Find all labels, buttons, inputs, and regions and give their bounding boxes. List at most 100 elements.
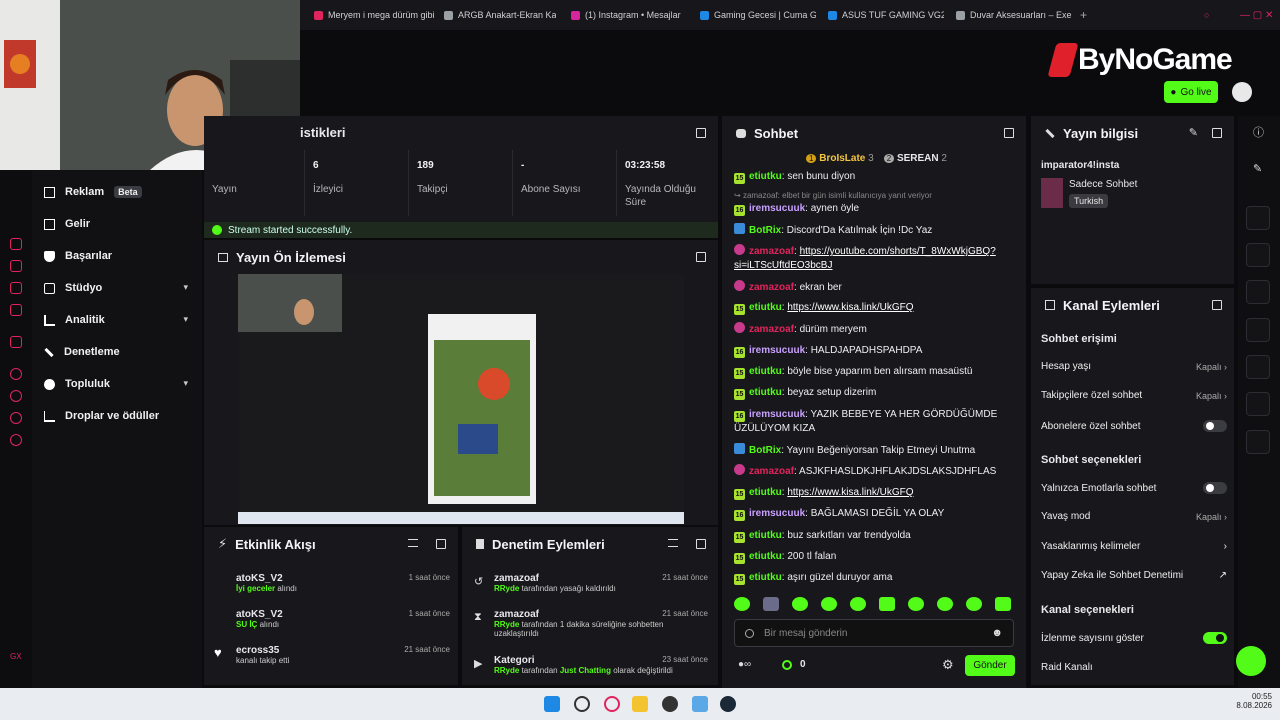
file-explorer-icon[interactable]: [632, 696, 648, 712]
edit-icon[interactable]: ✎: [1189, 126, 1198, 139]
setting-banned-words[interactable]: Yasaklanmış kelimeler ›: [1041, 541, 1227, 552]
emote-icon[interactable]: [908, 597, 924, 611]
windows-start-icon[interactable]: [544, 696, 560, 712]
emote-icon[interactable]: [792, 597, 808, 611]
popout-icon[interactable]: [696, 539, 706, 549]
setting-ai-moderation[interactable]: Yapay Zeka ile Sohbet Denetimi ↗: [1041, 570, 1227, 581]
send-button[interactable]: Gönder: [965, 655, 1015, 676]
app-icon[interactable]: [692, 696, 708, 712]
rail-button[interactable]: [1246, 392, 1270, 416]
toggle-switch[interactable]: [1203, 482, 1227, 494]
sidebar-app-icon[interactable]: [10, 260, 22, 272]
nav-item-topluluk[interactable]: Topluluk ▾: [44, 378, 194, 390]
system-clock[interactable]: 00:55 8.08.2026: [1214, 692, 1272, 710]
browser-tab[interactable]: Duvar Aksesuarları – Exem: [956, 8, 1072, 22]
category-name[interactable]: Sadece Sohbet: [1069, 179, 1137, 190]
setting-emote-only[interactable]: Yalnızca Emotlarla sohbet: [1041, 482, 1227, 494]
avatar[interactable]: [1232, 82, 1252, 102]
browser-tab[interactable]: Gaming Gecesi | Cuma Ge: [700, 8, 816, 22]
popout-icon[interactable]: [1212, 128, 1222, 138]
stream-preview-video[interactable]: [238, 274, 684, 524]
toggle-switch[interactable]: [1203, 420, 1227, 432]
emote-icon[interactable]: [821, 597, 837, 611]
nav-item-studyo[interactable]: Stüdyo ▾: [44, 282, 194, 294]
setting-slow-mode[interactable]: Yavaş mod Kapalı ›: [1041, 511, 1227, 522]
new-tab-button[interactable]: +: [1080, 8, 1087, 22]
emote-icon[interactable]: [763, 597, 779, 611]
setting-raid-channel[interactable]: Raid Kanalı: [1041, 662, 1227, 673]
nav-item-analitik[interactable]: Analitik ▾: [44, 314, 194, 326]
popout-icon[interactable]: [696, 252, 706, 262]
rail-button[interactable]: [1246, 206, 1270, 230]
sidebar-app-icon[interactable]: [10, 390, 22, 402]
emote-icon[interactable]: [850, 597, 866, 611]
edit-icon[interactable]: ✎: [1253, 162, 1262, 175]
rail-button[interactable]: [1246, 318, 1270, 342]
stat-subscribers: - Abone Sayısı: [512, 150, 616, 216]
browser-tab[interactable]: ASUS TUF GAMING VG24: [828, 8, 944, 22]
toggle-switch[interactable]: [1203, 632, 1227, 644]
popout-icon[interactable]: [436, 539, 446, 549]
sub-badge-icon: 15: [734, 173, 745, 184]
stream-title: imparator4!insta: [1041, 160, 1120, 171]
emoji-icon[interactable]: ☻: [991, 627, 1003, 639]
go-live-button[interactable]: ● Go live: [1164, 81, 1218, 103]
search-icon[interactable]: [574, 696, 590, 712]
chat-link[interactable]: https://www.kisa.link/UkGFQ: [787, 487, 913, 498]
points-icon[interactable]: ●∞: [738, 659, 751, 670]
window-controls[interactable]: — ▢ ✕: [1240, 8, 1273, 22]
rail-button[interactable]: [1246, 280, 1270, 304]
check-circle-icon: [212, 225, 222, 235]
setting-followers-only[interactable]: Takipçilere özel sohbet Kapalı ›: [1041, 390, 1227, 401]
sidebar-app-icon[interactable]: [10, 282, 22, 294]
steam-icon[interactable]: [720, 696, 736, 712]
sub-badge-icon: 15: [734, 304, 745, 315]
nav-item-gelir[interactable]: Gelir: [44, 218, 194, 230]
filter-icon[interactable]: [668, 539, 678, 547]
info-icon[interactable]: ⓘ: [1253, 124, 1264, 140]
nav-item-basarilar[interactable]: Başarılar: [44, 250, 194, 262]
filter-icon[interactable]: [408, 539, 418, 547]
popout-icon[interactable]: [696, 128, 706, 138]
chat-message: 15 etiutku: beyaz setup dizerim: [734, 387, 877, 400]
sidebar-app-icon[interactable]: [10, 304, 22, 316]
emote-icon[interactable]: [937, 597, 953, 611]
sub-badge-icon: 16: [734, 411, 745, 422]
activity-feed-panel: ⚡ Etkinlik Akışı atoKS_V2 1 saat önce İyi …: [204, 527, 458, 685]
browser-tab[interactable]: (1) Instagram • Mesajlar: [571, 8, 689, 22]
setting-subscribers-only[interactable]: Abonelere özel sohbet: [1041, 420, 1227, 432]
emote-icon[interactable]: [995, 597, 1011, 611]
sidebar-app-icon[interactable]: [10, 412, 22, 424]
chat-message: BotRix: Discord'Da Katılmak İçin !Dc Yaz: [734, 223, 1014, 238]
chat-link[interactable]: https://www.kisa.link/UkGFQ: [787, 302, 913, 313]
support-chat-button[interactable]: [1236, 646, 1266, 676]
app-icon[interactable]: [662, 696, 678, 712]
rail-button[interactable]: [1246, 430, 1270, 454]
browser-search-icon[interactable]: ○: [1204, 8, 1209, 22]
nav-item-droplar[interactable]: Droplar ve ödüller: [44, 410, 194, 422]
setting-show-viewcount[interactable]: İzlenme sayısını göster: [1041, 632, 1227, 644]
nav-item-denetleme[interactable]: Denetleme: [44, 346, 194, 358]
settings-icon[interactable]: [10, 434, 22, 446]
chat-message: 15 etiutku: buz sarkıtları var trendyolda: [734, 530, 911, 543]
sidebar-app-icon[interactable]: [10, 336, 22, 348]
chat-input[interactable]: Bir mesaj gönderin ☻: [734, 619, 1014, 647]
chat-message: zamazoaf: ekran ber: [734, 280, 1014, 295]
browser-tab[interactable]: Meryem i mega dürüm gibi: [314, 8, 434, 22]
gear-icon[interactable]: ⚙: [942, 657, 954, 673]
setting-account-age[interactable]: Hesap yaşı Kapalı ›: [1041, 361, 1227, 372]
opera-icon[interactable]: [604, 696, 620, 712]
sidebar-app-icon[interactable]: [10, 238, 22, 250]
emote-icon[interactable]: [734, 597, 750, 611]
ad-icon: [44, 186, 55, 198]
nav-item-reklam[interactable]: Reklam Beta: [44, 186, 194, 198]
sub-badge-icon: 16: [734, 347, 745, 358]
popout-icon[interactable]: [1212, 300, 1222, 310]
emote-icon[interactable]: [879, 597, 895, 611]
emote-icon[interactable]: [966, 597, 982, 611]
rail-button[interactable]: [1246, 355, 1270, 379]
popout-icon[interactable]: [1004, 128, 1014, 138]
rail-button[interactable]: [1246, 243, 1270, 267]
sidebar-app-icon[interactable]: [10, 368, 22, 380]
browser-tab[interactable]: ARGB Anakart-Ekran Kartı: [444, 8, 556, 22]
